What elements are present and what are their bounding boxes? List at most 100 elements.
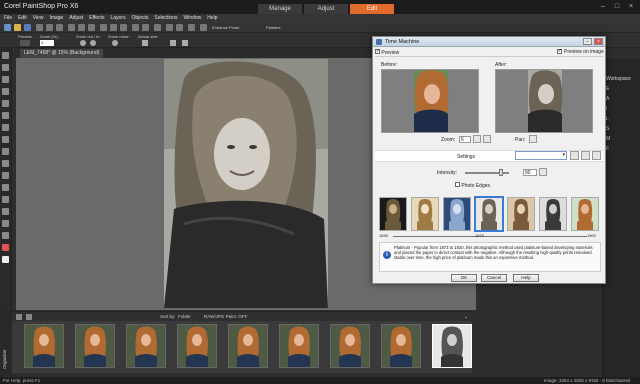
palette-tab-e[interactable]: E [603, 86, 640, 92]
palette-tab-a[interactable]: A [603, 96, 640, 102]
crop-icon[interactable] [100, 24, 107, 31]
preview-on-image-checkbox[interactable] [557, 49, 562, 54]
crop-tool-icon[interactable] [2, 100, 9, 107]
era-style-thumbnail[interactable] [571, 197, 599, 231]
organizer-tag-icon[interactable] [26, 314, 32, 320]
actual-size-icon[interactable] [142, 40, 148, 46]
menu-view[interactable]: View [31, 14, 46, 23]
pan-tool-icon[interactable] [2, 52, 9, 59]
save-icon[interactable] [24, 24, 31, 31]
close-icon[interactable]: × [624, 2, 638, 11]
organizer-thumbnail[interactable] [228, 324, 268, 368]
before-preview[interactable] [381, 69, 479, 133]
menu-edit[interactable]: Edit [16, 14, 29, 23]
palettes-menu[interactable]: Palettes [266, 25, 280, 30]
smudge-tool-icon[interactable] [2, 232, 9, 239]
organizer-nav-icon[interactable] [16, 314, 22, 320]
grid-icon[interactable] [166, 24, 173, 31]
eraser-tool-icon[interactable] [2, 160, 9, 167]
raw-jpg-pairs-toggle[interactable]: RAW/JPG Pairs: OFF [204, 314, 247, 319]
maximize-icon[interactable]: □ [610, 2, 624, 11]
era-style-thumbnail[interactable] [539, 197, 567, 231]
organizer-thumbnail[interactable] [24, 324, 64, 368]
paste-icon[interactable] [88, 24, 95, 31]
intensity-slider-thumb[interactable] [499, 169, 503, 176]
text-tool-icon[interactable] [2, 184, 9, 191]
menu-image[interactable]: Image [47, 14, 65, 23]
tab-adjust[interactable]: Adjust [304, 4, 348, 14]
menu-objects[interactable]: Objects [129, 14, 150, 23]
palette-tab-l[interactable]: L [603, 116, 640, 122]
dialog-close-icon[interactable]: × [594, 38, 603, 45]
rotate-icon[interactable] [120, 24, 127, 31]
organizer-thumbnail[interactable] [330, 324, 370, 368]
dropper-tool-icon[interactable] [2, 88, 9, 95]
sort-dropdown[interactable]: Folder [178, 314, 191, 319]
fill-tool-icon[interactable] [2, 172, 9, 179]
cut-icon[interactable] [68, 24, 75, 31]
menu-adjust[interactable]: Adjust [67, 14, 85, 23]
redo-icon[interactable] [56, 24, 63, 31]
open-folder-icon[interactable] [14, 24, 21, 31]
menu-selections[interactable]: Selections [152, 14, 179, 23]
collapse-organizer-icon[interactable]: ⌄ [464, 314, 468, 320]
help-button[interactable]: Help [513, 274, 539, 282]
pick-tool-icon[interactable] [2, 64, 9, 71]
mirror-icon[interactable] [142, 24, 149, 31]
zoom-preset-icon[interactable] [483, 135, 491, 143]
palette-tab-m[interactable]: M [603, 136, 640, 142]
era-style-thumbnail[interactable] [475, 197, 503, 231]
preview-checkbox[interactable] [375, 49, 380, 54]
presets-dropdown[interactable] [20, 40, 30, 46]
minimize-icon[interactable]: – [596, 2, 610, 11]
organizer-thumbnail[interactable] [126, 324, 166, 368]
selection-tool-icon[interactable] [2, 76, 9, 83]
menu-window[interactable]: Window [182, 14, 204, 23]
zoom-field[interactable]: 1 [40, 40, 54, 46]
photo-edges-checkbox[interactable] [455, 182, 460, 187]
foreground-color-swatch[interactable] [2, 244, 9, 251]
zoom-more-icon[interactable] [112, 40, 118, 46]
era-style-thumbnail[interactable] [411, 197, 439, 231]
ok-button[interactable]: OK [451, 274, 477, 282]
background-color-swatch[interactable] [2, 256, 9, 263]
new-file-icon[interactable] [4, 24, 11, 31]
preset-options-icon[interactable] [592, 151, 601, 160]
document-tab[interactable]: LEM_7458* @ 15% (Background) [20, 49, 104, 58]
fit-image-icon[interactable] [182, 40, 188, 46]
layers-icon[interactable] [154, 24, 161, 31]
palette-tab-f[interactable]: F [603, 146, 640, 152]
cancel-button[interactable]: Cancel [481, 274, 507, 282]
save-preset-icon[interactable] [570, 151, 579, 160]
flip-icon[interactable] [132, 24, 139, 31]
pan-icon[interactable] [529, 135, 537, 143]
enhance-photo-menu[interactable]: Enhance Photo [212, 25, 239, 30]
zoom-spinner[interactable] [473, 135, 481, 143]
histogram-icon[interactable] [188, 24, 195, 31]
warp-tool-icon[interactable] [2, 220, 9, 227]
palette-tab-s[interactable]: S [603, 126, 640, 132]
clone-tool-icon[interactable] [2, 136, 9, 143]
paint-brush-icon[interactable] [2, 148, 9, 155]
zoom-input[interactable]: 6 [459, 136, 471, 143]
organizer-thumbnail[interactable] [381, 324, 421, 368]
resize-icon[interactable] [110, 24, 117, 31]
dialog-minimize-icon[interactable]: – [583, 38, 592, 45]
intensity-input[interactable]: 90 [523, 169, 537, 176]
era-style-thumbnail[interactable] [443, 197, 471, 231]
menu-layers[interactable]: Layers [108, 14, 127, 23]
guides-icon[interactable] [176, 24, 183, 31]
palette-tab-i[interactable]: i [603, 106, 640, 112]
zoom-in-icon[interactable] [90, 40, 96, 46]
menu-effects[interactable]: Effects [87, 14, 106, 23]
undo-icon[interactable] [46, 24, 53, 31]
organizer-thumbnail[interactable] [432, 324, 472, 368]
organizer-thumbnail[interactable] [279, 324, 319, 368]
straighten-tool-icon[interactable] [2, 112, 9, 119]
wand-icon[interactable] [200, 24, 207, 31]
menu-file[interactable]: File [2, 14, 14, 23]
fit-window-icon[interactable] [170, 40, 176, 46]
intensity-spinner[interactable] [539, 168, 547, 176]
organizer-thumbnail[interactable] [177, 324, 217, 368]
era-style-thumbnail[interactable] [507, 197, 535, 231]
